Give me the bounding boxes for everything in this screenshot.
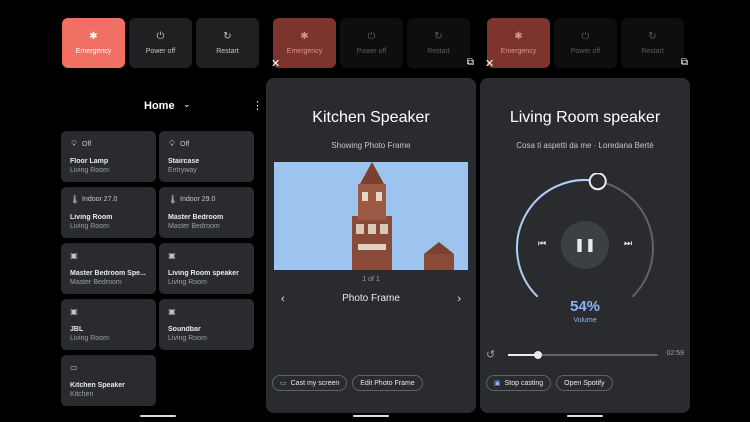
- close-icon[interactable]: ✕: [485, 57, 494, 70]
- pause-icon: ❚❚: [574, 237, 596, 252]
- more-options-icon[interactable]: ⋮: [252, 99, 263, 112]
- power-off-button[interactable]: ⏻ Power off: [340, 18, 403, 68]
- bell-tower-illustration: [274, 162, 468, 270]
- asterisk-icon: ✱: [89, 30, 98, 42]
- close-icon[interactable]: ✕: [271, 57, 280, 70]
- skip-previous-icon[interactable]: ⏮: [538, 238, 546, 249]
- device-tile-floor-lamp[interactable]: 💡︎ Off Floor Lamp Living Room: [61, 131, 156, 182]
- emergency-button[interactable]: ✱ Emergency: [62, 18, 125, 68]
- speaker-icon: ▣: [70, 251, 78, 260]
- power-menu: ✱ Emergency ⏻ Power off ↻ Restart: [487, 18, 684, 68]
- power-icon: ⏻: [367, 30, 376, 42]
- cast-icon: ▭: [280, 380, 287, 387]
- device-tile-jbl[interactable]: ▣ JBL Living Room: [61, 299, 156, 350]
- power-off-button[interactable]: ⏻ Power off: [129, 18, 192, 68]
- restart-icon: ↻: [434, 30, 443, 42]
- volume-label: Volume: [573, 317, 597, 324]
- restart-button[interactable]: ↻ Restart: [196, 18, 259, 68]
- kitchen-speaker-card: Kitchen Speaker Showing Photo Frame 1 of…: [266, 78, 476, 413]
- kitchen-actions: ▭ Cast my screen Edit Photo Frame: [272, 375, 423, 391]
- power-icon: ⏻: [156, 30, 165, 42]
- replay-icon[interactable]: ↺: [486, 348, 495, 361]
- restart-button[interactable]: ↻ Restart: [621, 18, 684, 68]
- edit-photo-frame-button[interactable]: Edit Photo Frame: [352, 375, 423, 391]
- seek-knob[interactable]: [534, 351, 542, 359]
- restart-icon: ↻: [648, 30, 657, 42]
- gesture-nav-bar[interactable]: [140, 415, 176, 417]
- skip-next-icon[interactable]: ⏭: [624, 238, 632, 249]
- power-icon: ⏻: [581, 30, 590, 42]
- stop-casting-button[interactable]: ▣ Stop casting: [486, 375, 552, 391]
- restart-button[interactable]: ↻ Restart: [407, 18, 470, 68]
- open-external-icon[interactable]: ⧉: [467, 57, 474, 68]
- cast-icon: ▣: [494, 380, 501, 387]
- card-title: Kitchen Speaker: [312, 109, 430, 126]
- asterisk-icon: ✱: [300, 30, 309, 42]
- device-tile-master-bedroom-thermostat[interactable]: 🌡︎ Indoor 29.0 Master Bedroom Master Bedr…: [159, 187, 254, 238]
- gesture-nav-bar[interactable]: [567, 415, 603, 417]
- living-actions: ▣ Stop casting Open Spotify: [486, 375, 613, 391]
- card-subtitle: Showing Photo Frame: [331, 141, 411, 150]
- gesture-nav-bar[interactable]: [353, 415, 389, 417]
- power-menu: ✱ Emergency ⏻ Power off ↻ Restart: [273, 18, 470, 68]
- open-spotify-button[interactable]: Open Spotify: [556, 375, 613, 391]
- card-title: Living Room speaker: [509, 109, 661, 126]
- device-tile-soundbar[interactable]: ▣ Soundbar Living Room: [159, 299, 254, 350]
- emergency-button[interactable]: ✱ Emergency: [273, 18, 336, 68]
- tv-icon: ▭: [70, 363, 78, 372]
- device-tile-staircase[interactable]: 💡︎ Off Staircase Entryway: [159, 131, 254, 182]
- open-external-icon[interactable]: ⧉: [681, 57, 688, 68]
- chevron-right-icon[interactable]: ›: [457, 293, 461, 305]
- elapsed-time: 02:59: [666, 350, 684, 357]
- cast-my-screen-button[interactable]: ▭ Cast my screen: [272, 375, 348, 391]
- photo-frame-selector: ‹ Photo Frame ›: [266, 293, 476, 307]
- device-tile-kitchen-speaker[interactable]: ▭ Kitchen Speaker Kitchen: [61, 355, 156, 406]
- asterisk-icon: ✱: [514, 30, 523, 42]
- power-menu: ✱ Emergency ⏻ Power off ↻ Restart: [62, 18, 259, 68]
- seek-bar: ↺ 02:59: [486, 348, 684, 362]
- home-selector[interactable]: Home: [144, 100, 175, 112]
- home-header: Home ⌄ ⋮: [62, 99, 263, 114]
- speaker-icon: ▣: [70, 307, 78, 316]
- pause-button[interactable]: ❚❚: [561, 221, 609, 269]
- emergency-button[interactable]: ✱ Emergency: [487, 18, 550, 68]
- home-panel: ✱ Emergency ⏻ Power off ↻ Restart Home ⌄…: [55, 0, 270, 422]
- thermometer-icon: 🌡︎: [168, 195, 179, 204]
- photo-frame-image: [274, 162, 468, 270]
- living-room-speaker-card: Living Room speaker Cosa ti aspetti da m…: [480, 78, 690, 413]
- power-off-button[interactable]: ⏻ Power off: [554, 18, 617, 68]
- volume-percent: 54%: [569, 298, 601, 315]
- device-tile-living-room-speaker[interactable]: ▣ Living Room speaker Living Room: [159, 243, 254, 294]
- device-tiles: 💡︎ Off Floor Lamp Living Room 💡︎ Off Stair…: [61, 131, 254, 406]
- volume-knob: [588, 173, 607, 191]
- restart-icon: ↻: [223, 30, 232, 42]
- living-room-panel: ✱ Emergency ⏻ Power off ↻ Restart ✕ ⧉ Li…: [480, 0, 690, 422]
- thermometer-icon: 🌡︎: [70, 195, 81, 204]
- chevron-down-icon[interactable]: ⌄: [183, 99, 191, 110]
- bulb-icon: 💡︎: [71, 139, 77, 148]
- seek-track[interactable]: [508, 351, 658, 359]
- photo-frame-label: Photo Frame: [342, 293, 400, 304]
- page-indicator: 1 of 1: [362, 276, 380, 283]
- now-playing-track: Cosa ti aspetti da me · Loredana Bertè: [516, 141, 654, 150]
- device-tile-master-bedroom-speaker[interactable]: ▣ Master Bedroom Spe... Master Bedroom: [61, 243, 156, 294]
- speaker-icon: ▣: [168, 251, 176, 260]
- bulb-icon: 💡︎: [169, 139, 175, 148]
- speaker-icon: ▣: [168, 307, 176, 316]
- kitchen-panel: ✱ Emergency ⏻ Power off ↻ Restart ✕ ⧉ Ki…: [266, 0, 476, 422]
- device-tile-living-room-thermostat[interactable]: 🌡︎ Indoor 27.0 Living Room Living Room: [61, 187, 156, 238]
